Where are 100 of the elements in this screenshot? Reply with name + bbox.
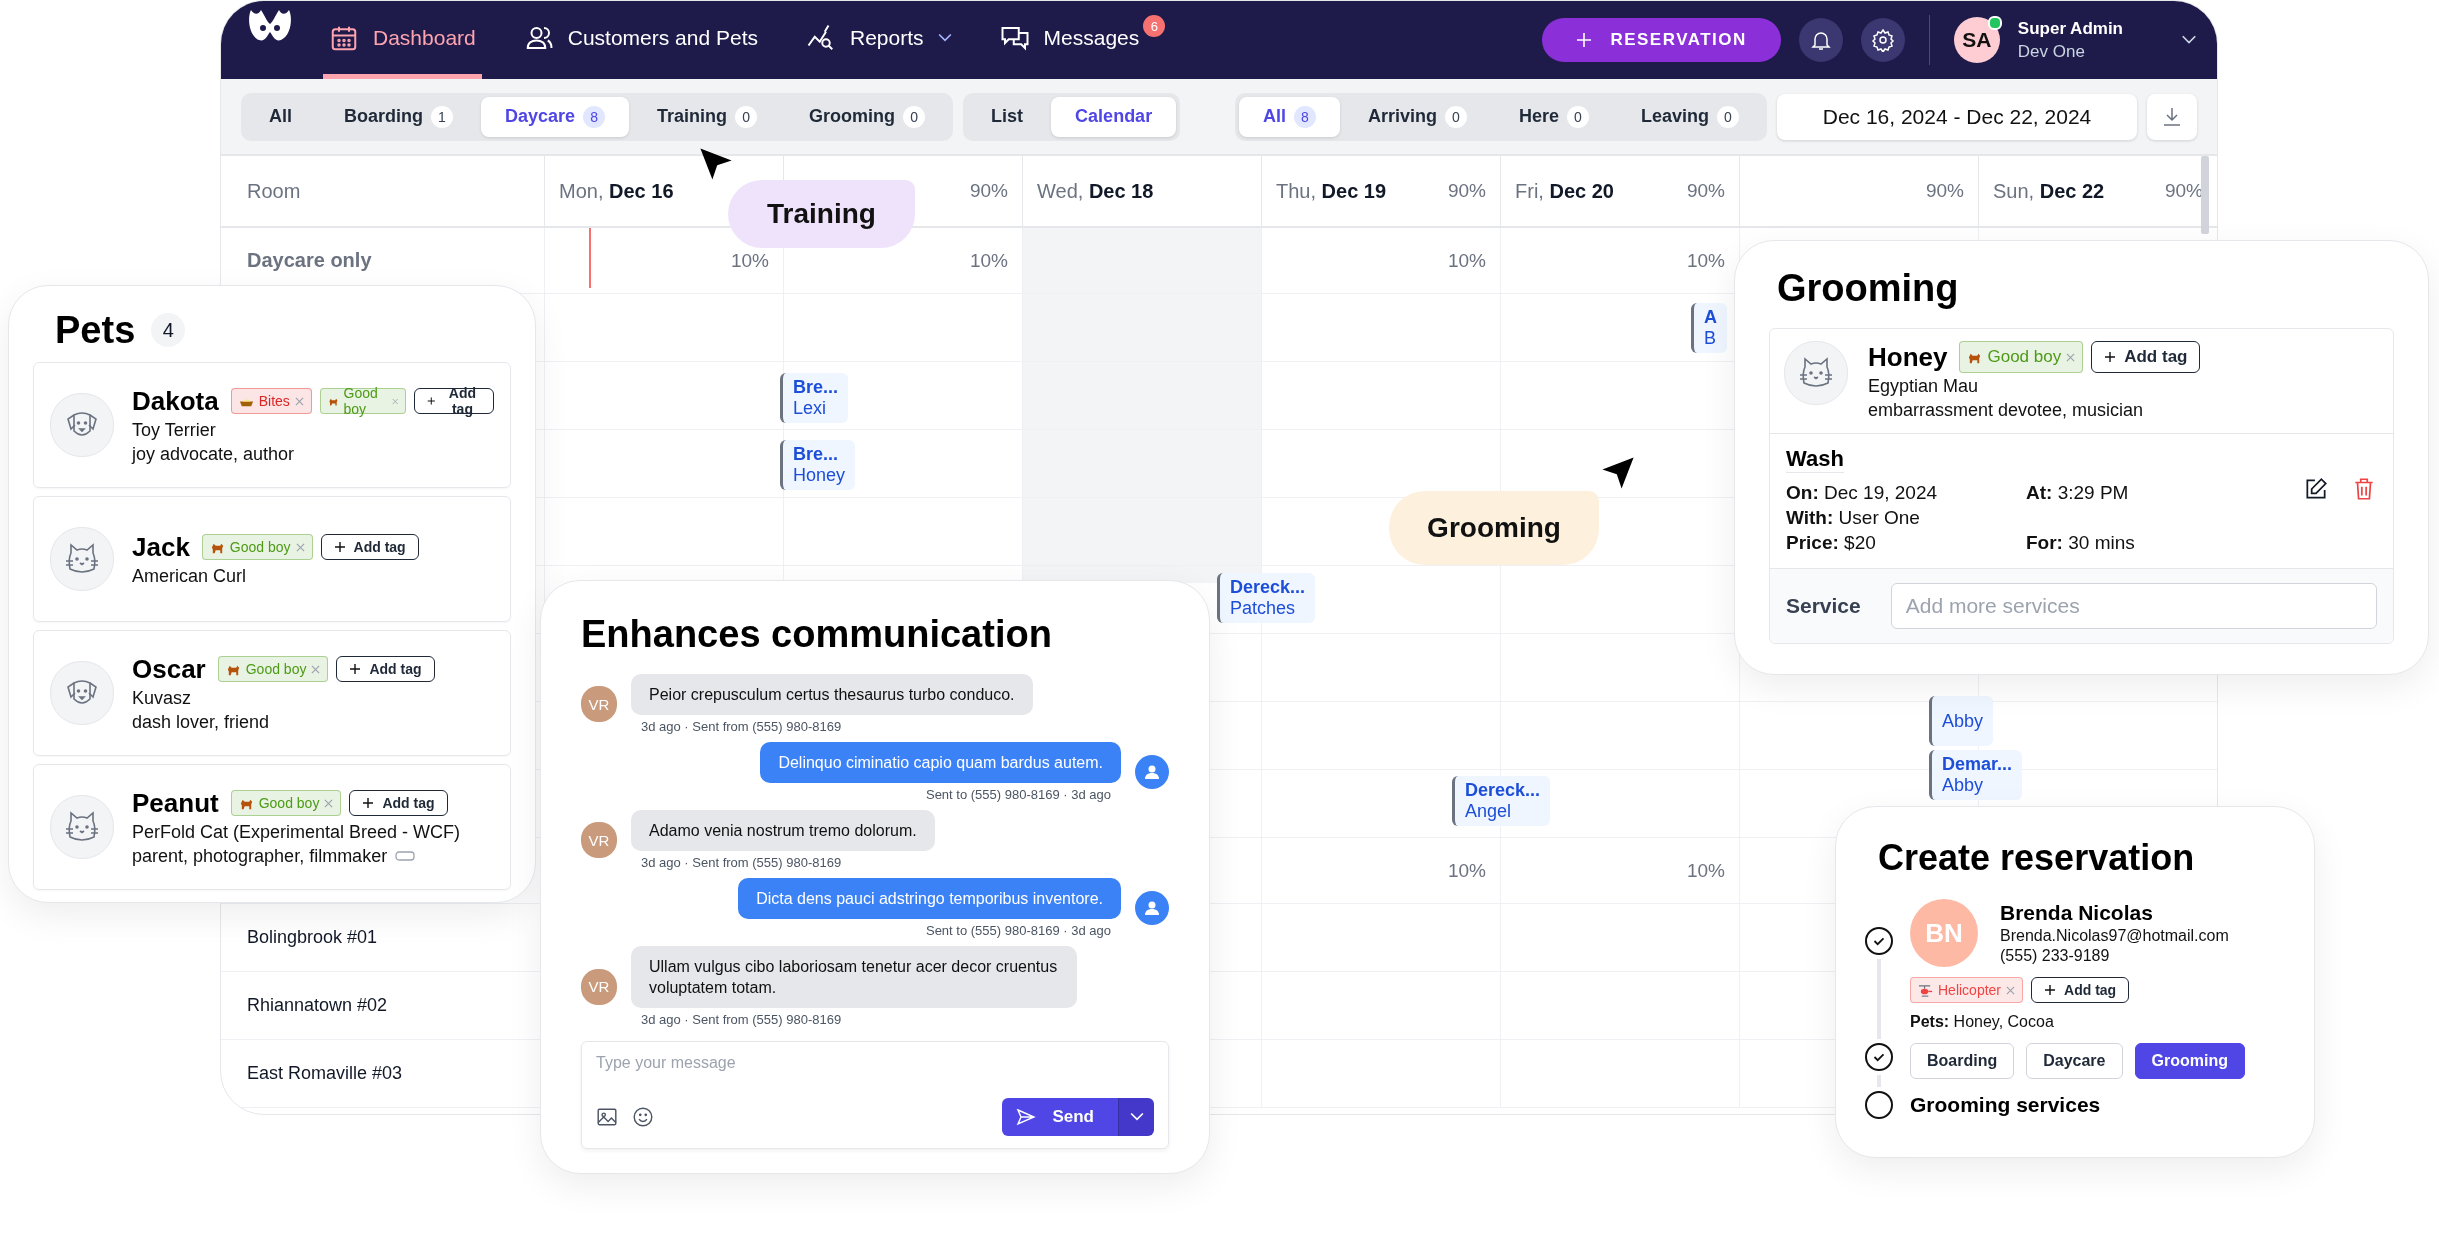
pet-row[interactable]: Jack Good boy Add tag American Curl: [33, 496, 511, 622]
day-header: Wed, Dec 18: [1037, 179, 1154, 203]
service-filter-tab[interactable]: Daycare 8: [481, 96, 630, 137]
booking-event[interactable]: Bre... Lexi: [780, 373, 849, 423]
chevron-down-icon[interactable]: [2181, 35, 2197, 45]
status-filter-tab[interactable]: Here 0: [1494, 96, 1613, 137]
plus-icon: [2104, 351, 2117, 363]
customer-phone: (555) 233-9189: [2000, 947, 2111, 965]
settings-button[interactable]: [1860, 18, 1905, 62]
cursor-arrow-icon: [698, 146, 734, 182]
service-option[interactable]: Grooming: [2134, 1043, 2245, 1079]
sender-avatar: VR: [581, 822, 617, 858]
nav-link[interactable]: Customers and Pets: [517, 1, 764, 79]
close-icon[interactable]: [2006, 985, 2016, 995]
sender-avatar: VR: [581, 686, 617, 722]
close-icon[interactable]: [2066, 352, 2076, 362]
count-badge: 0: [1566, 105, 1589, 128]
edit-icon[interactable]: [2303, 476, 2329, 502]
customer-pets: Pets: Honey, Cocoa: [1910, 1013, 2055, 1031]
new-reservation-button[interactable]: RESERVATION: [1542, 18, 1781, 62]
pet-description: parent, photographer, filmmaker: [132, 845, 388, 867]
services-input[interactable]: Add more services: [1890, 583, 2377, 629]
add-tag-button[interactable]: Add tag: [349, 790, 448, 816]
occupancy-percent: 90%: [2164, 180, 2203, 202]
service-filter-tab[interactable]: Grooming 0: [785, 96, 950, 137]
booking-event[interactable]: Dereck... Patches: [1217, 573, 1316, 623]
user-name: Super Admin: [2017, 18, 2123, 39]
emoji-icon[interactable]: [632, 1106, 654, 1128]
date-range-picker[interactable]: Dec 16, 2024 - Dec 22, 2024: [1777, 93, 2137, 140]
field-label: Service: [1786, 594, 1861, 618]
service-option[interactable]: Daycare: [2026, 1043, 2123, 1079]
message-bubble: Adamo venia nostrum tremo dolorum.: [631, 810, 935, 851]
pet-description: embarrassment devotee, musician: [1868, 400, 2144, 421]
pet-description: dash lover, friend: [132, 711, 270, 733]
service-filter-tab[interactable]: Boarding 1: [320, 96, 477, 137]
event-title: Bre...: [793, 444, 840, 465]
booking-event[interactable]: Dereck... Angel: [1452, 776, 1551, 826]
close-icon[interactable]: [311, 664, 321, 674]
add-tag-button[interactable]: Add tag: [320, 534, 419, 560]
day-header: Fri, Dec 20: [1515, 179, 1614, 203]
service-name: Wash: [1786, 446, 1844, 473]
service-filter-tab[interactable]: Training 0: [633, 96, 782, 137]
service-option[interactable]: Boarding: [1910, 1043, 2015, 1079]
message-bubble: Ullam vulgus cibo laboriosam tenetur acer decor cruentus voluptatem totam.: [631, 946, 1077, 1008]
send-button[interactable]: Send: [1002, 1098, 1118, 1136]
tag-label: Bites: [258, 393, 290, 409]
room-name: Bolingbrook #01: [247, 927, 378, 948]
helicopter-icon: [1918, 982, 1933, 998]
booking-event[interactable]: Abby: [1929, 696, 1994, 746]
notifications-button[interactable]: [1798, 18, 1843, 62]
add-tag-button[interactable]: Add tag: [2091, 341, 2201, 373]
nav-link[interactable]: Messages 6: [993, 1, 1172, 79]
occupancy-percent: 10%: [730, 249, 769, 272]
add-tag-button[interactable]: Add tag: [336, 656, 435, 682]
close-icon[interactable]: [295, 542, 305, 552]
close-icon[interactable]: [391, 396, 399, 406]
service-filter-tab[interactable]: All: [245, 96, 316, 137]
booking-event[interactable]: Bre... Honey: [780, 440, 856, 490]
message-bubble: Dicta dens pauci adstringo temporibus inventore.: [738, 878, 1121, 919]
count-badge: 8: [583, 105, 606, 128]
day-header: Thu, Dec 19: [1276, 179, 1387, 203]
tag-label: Good boy: [258, 795, 320, 811]
pet-row[interactable]: Oscar Good boy Add tag Kuvasz dash lover, friend: [33, 630, 511, 756]
unread-count-badge: 6: [1143, 15, 1166, 37]
step-heading: Grooming services: [1910, 1092, 2101, 1118]
occupancy-percent: 90%: [1686, 180, 1725, 202]
user-avatar[interactable]: SA: [1953, 17, 2000, 63]
status-filter-tab[interactable]: All 8: [1238, 96, 1340, 137]
count-badge: 1: [431, 105, 453, 128]
appointment-detail: On: Dec 19, 2024: [1786, 482, 1939, 504]
message-meta: 3d ago · Sent from (555) 980-8169: [640, 719, 843, 734]
pet-name: Jack: [132, 531, 190, 563]
count-badge: 4: [151, 313, 186, 347]
booking-event[interactable]: Demar... Abby: [1929, 750, 2023, 800]
view-toggle-tab[interactable]: Calendar: [1051, 96, 1177, 137]
send-options-button[interactable]: [1118, 1098, 1154, 1136]
image-icon[interactable]: [596, 1106, 618, 1128]
current-time-line: [589, 228, 591, 288]
event-title: A: [1704, 307, 1717, 328]
message-composer[interactable]: Type your message Send: [581, 1041, 1169, 1149]
day-header: Mon, Dec 16: [559, 179, 674, 203]
nav-link[interactable]: Reports: [800, 1, 958, 79]
tag-label: Good boy: [1987, 347, 2062, 367]
chart-search-icon: [806, 22, 836, 53]
chevron-down-icon: [1129, 1112, 1144, 1122]
close-icon[interactable]: [324, 798, 334, 808]
scrollbar[interactable]: [2201, 156, 2209, 234]
download-button[interactable]: [2147, 93, 2197, 140]
status-filter-tab[interactable]: Leaving 0: [1616, 96, 1763, 137]
booking-event[interactable]: A B: [1691, 303, 1727, 353]
event-title: Dereck...: [1465, 780, 1541, 801]
count-badge: 0: [735, 105, 758, 128]
customer-avatar: BN: [1910, 899, 1978, 967]
add-tag-button[interactable]: Add tag: [2031, 977, 2130, 1003]
close-icon[interactable]: [294, 396, 304, 406]
count-badge: 0: [1444, 105, 1467, 128]
view-toggle-tab[interactable]: List: [967, 96, 1048, 137]
pet-row[interactable]: Peanut Good boy Add tag PerFold Cat (Experimental Breed - WCF) parent, photographer, filmmaker: [33, 764, 511, 890]
status-filter-tab[interactable]: Arriving 0: [1343, 96, 1491, 137]
message-meta: 3d ago · Sent from (555) 980-8169: [640, 1012, 843, 1027]
